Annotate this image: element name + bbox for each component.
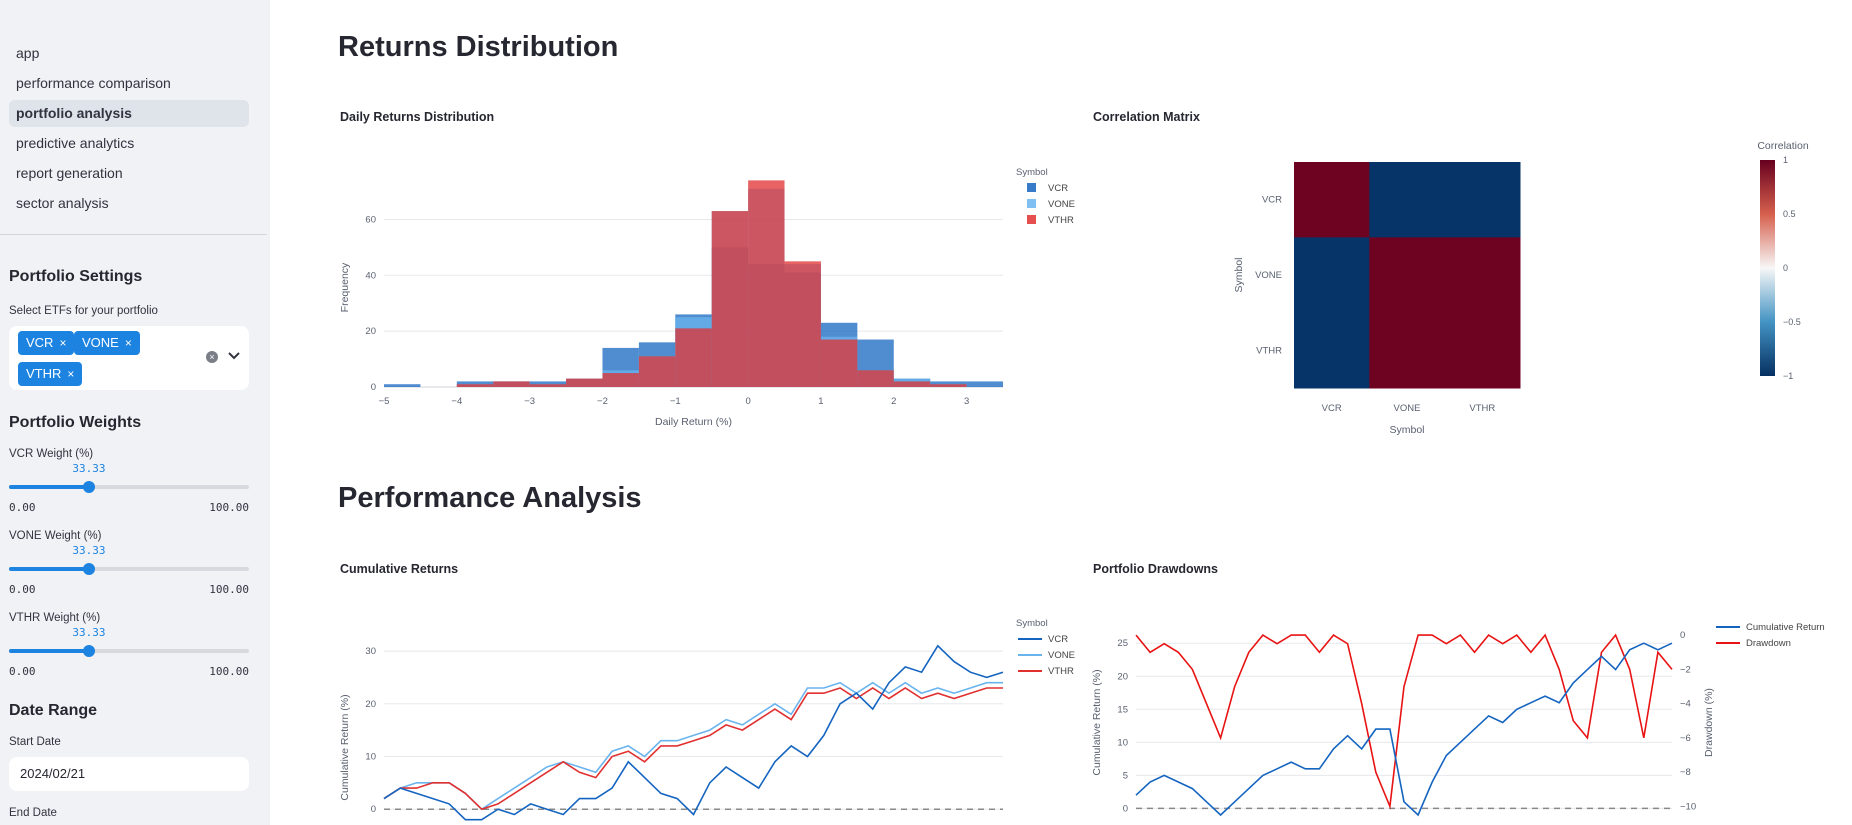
etf-tag-vone: VONE × xyxy=(74,331,140,355)
slider-fill xyxy=(9,485,89,489)
etf-tag-label: VCR xyxy=(26,335,54,350)
remove-tag-icon[interactable]: × xyxy=(67,367,74,381)
nav-item-report-generation[interactable]: report generation xyxy=(9,160,249,187)
vone-weight-slider[interactable]: 33.33 0.00 100.00 xyxy=(9,540,249,600)
performance-analysis-heading: Performance Analysis xyxy=(338,482,642,514)
portfolio-settings-heading: Portfolio Settings xyxy=(9,268,143,285)
nav-item-performance-comparison[interactable]: performance comparison xyxy=(9,70,249,97)
drawdowns-title: Portfolio Drawdowns xyxy=(1093,562,1218,576)
slider-min: 0.00 xyxy=(9,583,36,596)
etf-multiselect[interactable]: VCR × VONE × VTHR × × xyxy=(9,326,249,390)
returns-distribution-heading: Returns Distribution xyxy=(338,31,619,63)
nav-item-predictive-analytics[interactable]: predictive analytics xyxy=(9,130,249,157)
sidebar: app performance comparison portfolio analy… xyxy=(0,0,270,825)
end-date-label: End Date xyxy=(9,807,57,819)
slider-max: 100.00 xyxy=(209,583,249,596)
etf-tag-vcr: VCR × xyxy=(18,331,75,355)
slider-thumb[interactable] xyxy=(82,645,95,657)
vcr-weight-slider[interactable]: 33.33 0.00 100.00 xyxy=(9,458,249,518)
slider-min: 0.00 xyxy=(9,501,36,514)
slider-thumb[interactable] xyxy=(82,563,95,575)
etf-select-label: Select ETFs for your portfolio xyxy=(9,305,158,317)
slider-fill xyxy=(9,649,89,653)
main-content: Returns Distribution Daily Returns Distr… xyxy=(270,0,1852,825)
etf-tag-vthr: VTHR × xyxy=(18,362,83,386)
slider-max: 100.00 xyxy=(209,501,249,514)
slider-value: 33.33 xyxy=(72,462,106,475)
slider-value: 33.33 xyxy=(72,544,106,557)
start-date-label: Start Date xyxy=(9,736,61,748)
histogram-title: Daily Returns Distribution xyxy=(340,110,495,124)
cumulative-returns-title: Cumulative Returns xyxy=(340,562,459,576)
etf-tag-label: VONE xyxy=(82,335,119,350)
chevron-down-icon[interactable] xyxy=(226,347,242,363)
sidebar-nav: app performance comparison portfolio analy… xyxy=(9,40,249,220)
nav-item-sector-analysis[interactable]: sector analysis xyxy=(9,190,249,217)
slider-min: 0.00 xyxy=(9,665,36,678)
etf-tag-label: VTHR xyxy=(26,366,62,381)
slider-max: 100.00 xyxy=(209,665,249,678)
slider-value: 33.33 xyxy=(72,626,106,639)
start-date-input[interactable]: 2024/02/21 xyxy=(9,757,249,791)
slider-thumb[interactable] xyxy=(82,481,95,493)
remove-tag-icon[interactable]: × xyxy=(125,336,132,350)
clear-all-icon[interactable]: × xyxy=(206,351,218,363)
sidebar-divider xyxy=(0,234,267,235)
nav-item-portfolio-analysis[interactable]: portfolio analysis xyxy=(9,100,249,127)
correlation-title: Correlation Matrix xyxy=(1093,110,1200,124)
slider-fill xyxy=(9,567,89,571)
portfolio-weights-heading: Portfolio Weights xyxy=(9,414,142,431)
nav-item-app[interactable]: app xyxy=(9,40,249,67)
vthr-weight-slider[interactable]: 33.33 0.00 100.00 xyxy=(9,622,249,682)
date-range-heading: Date Range xyxy=(9,702,98,719)
remove-tag-icon[interactable]: × xyxy=(59,336,66,350)
